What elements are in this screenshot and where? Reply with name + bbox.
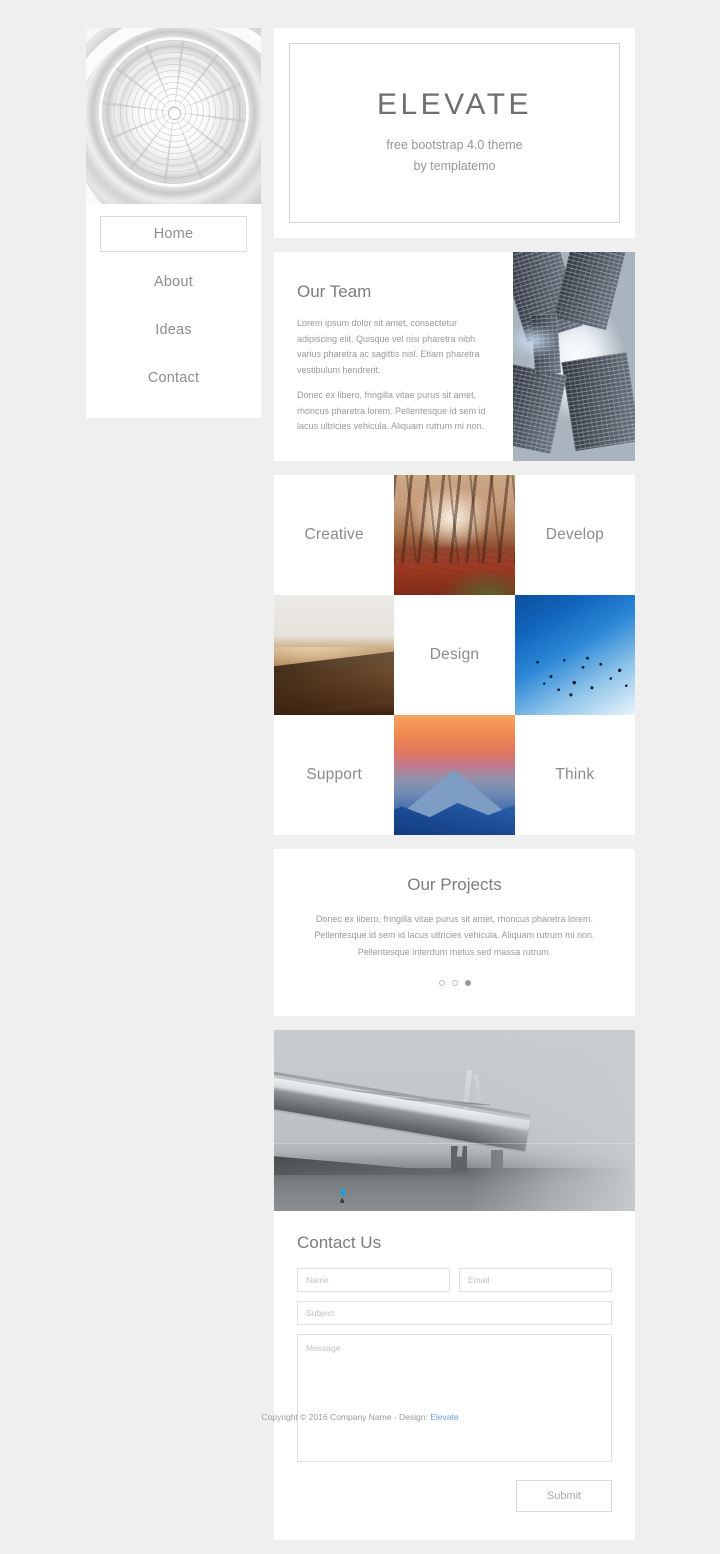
our-projects-section: Our Projects Donec ex libero, fringilla … [274, 848, 635, 1017]
nav-item-ideas[interactable]: Ideas [100, 312, 247, 348]
contact-row-subject [297, 1301, 612, 1326]
grid-cell-birds-image[interactable] [514, 594, 635, 715]
carousel-dot-2[interactable] [451, 980, 458, 987]
carousel-dot-3-active[interactable] [464, 980, 471, 987]
grid-cell-develop[interactable]: Develop [514, 474, 635, 595]
nav-item-about[interactable]: About [100, 264, 247, 300]
grid-cell-think[interactable]: Think [514, 714, 635, 835]
grid-cell-forest-image[interactable] [394, 474, 515, 595]
bridge-fog-overlay [468, 1030, 635, 1212]
our-projects-paragraph: Donec ex libero, fringilla vitae purus s… [314, 913, 595, 957]
feature-grid: Creative Develop Design Support Think [274, 474, 635, 835]
footer-copyright-text: Copyright © 2016 Company Name - Design: [261, 1412, 431, 1422]
grid-cell-creative[interactable]: Creative [274, 474, 395, 595]
our-team-paragraph-1: Lorem ipsum dolor sit amet, consectetur … [297, 318, 480, 375]
hero-title: ELEVATE [376, 88, 533, 121]
contact-form: Submit [297, 1268, 612, 1513]
grid-label-develop: Develop [545, 525, 604, 543]
bridge-horizon-seam [274, 1142, 635, 1144]
our-team-text: Our Team Lorem ipsum dolor sit amet, con… [274, 252, 513, 460]
our-team-skyscraper-photo [513, 252, 635, 461]
rotunda-center-hub [168, 106, 181, 120]
our-team-paragraph-2: Donec ex libero, fringilla vitae purus s… [297, 390, 486, 432]
footer: Copyright © 2016 Company Name - Design: … [0, 1412, 720, 1422]
hero-subtitle-line-2: by templatemo [413, 158, 496, 173]
grid-cell-design[interactable]: Design [394, 594, 515, 715]
runner-figure-torso [340, 1189, 345, 1197]
our-team-title: Our Team [297, 282, 372, 302]
carousel-dot-1[interactable] [438, 980, 445, 987]
nav-item-contact[interactable]: Contact [100, 360, 247, 396]
grid-cell-support[interactable]: Support [274, 714, 395, 835]
grid-label-design: Design [429, 645, 480, 663]
name-input[interactable] [297, 1268, 450, 1293]
grid-label-support: Support [306, 765, 363, 783]
desert-dunes-photo [274, 594, 395, 715]
skyscraper-3 [561, 352, 635, 452]
skyline-lens-flare [513, 324, 559, 359]
nav-item-home[interactable]: Home [100, 216, 247, 252]
grid-label-think: Think [555, 765, 595, 783]
bridge-banner-photo [274, 1030, 635, 1212]
sidebar-rotunda-photo [86, 28, 261, 204]
mountain-sunset-photo [394, 714, 515, 835]
hero-subtitle: free bootstrap 4.0 theme by templatemo [310, 135, 599, 176]
carousel-indicators [312, 980, 597, 987]
contact-section: Contact Us Submit [274, 1030, 635, 1541]
hero-section: ELEVATE free bootstrap 4.0 theme by temp… [274, 28, 635, 239]
submit-button[interactable]: Submit [516, 1480, 612, 1513]
grid-cell-mountain-image[interactable] [394, 714, 515, 835]
hero-subtitle-line-1: free bootstrap 4.0 theme [386, 138, 523, 152]
email-input[interactable] [459, 1268, 612, 1293]
contact-form-wrapper: Contact Us Submit [274, 1211, 635, 1540]
grid-label-creative: Creative [304, 525, 364, 543]
subject-input[interactable] [297, 1301, 612, 1326]
contact-row-name-email [297, 1268, 612, 1293]
footer-design-link[interactable]: Elevate [430, 1412, 458, 1422]
main-navigation: Home About Ideas Contact [86, 204, 261, 418]
sidebar: Home About Ideas Contact [86, 28, 261, 418]
grid-cell-dunes-image[interactable] [274, 594, 395, 715]
message-textarea[interactable] [297, 1334, 612, 1463]
submit-row: Submit [297, 1480, 612, 1513]
birds-flying-blue-sky-photo [514, 594, 635, 715]
main-column: ELEVATE free bootstrap 4.0 theme by temp… [274, 28, 635, 1554]
contact-title: Contact Us [297, 1233, 382, 1253]
hero-frame: ELEVATE free bootstrap 4.0 theme by temp… [289, 43, 620, 224]
page-root: Home About Ideas Contact ELEVATE free bo… [0, 0, 720, 1541]
our-team-section: Our Team Lorem ipsum dolor sit amet, con… [274, 252, 635, 461]
contact-row-message [297, 1334, 612, 1463]
our-projects-title: Our Projects [407, 874, 502, 894]
autumn-forest-path-photo [394, 474, 515, 595]
